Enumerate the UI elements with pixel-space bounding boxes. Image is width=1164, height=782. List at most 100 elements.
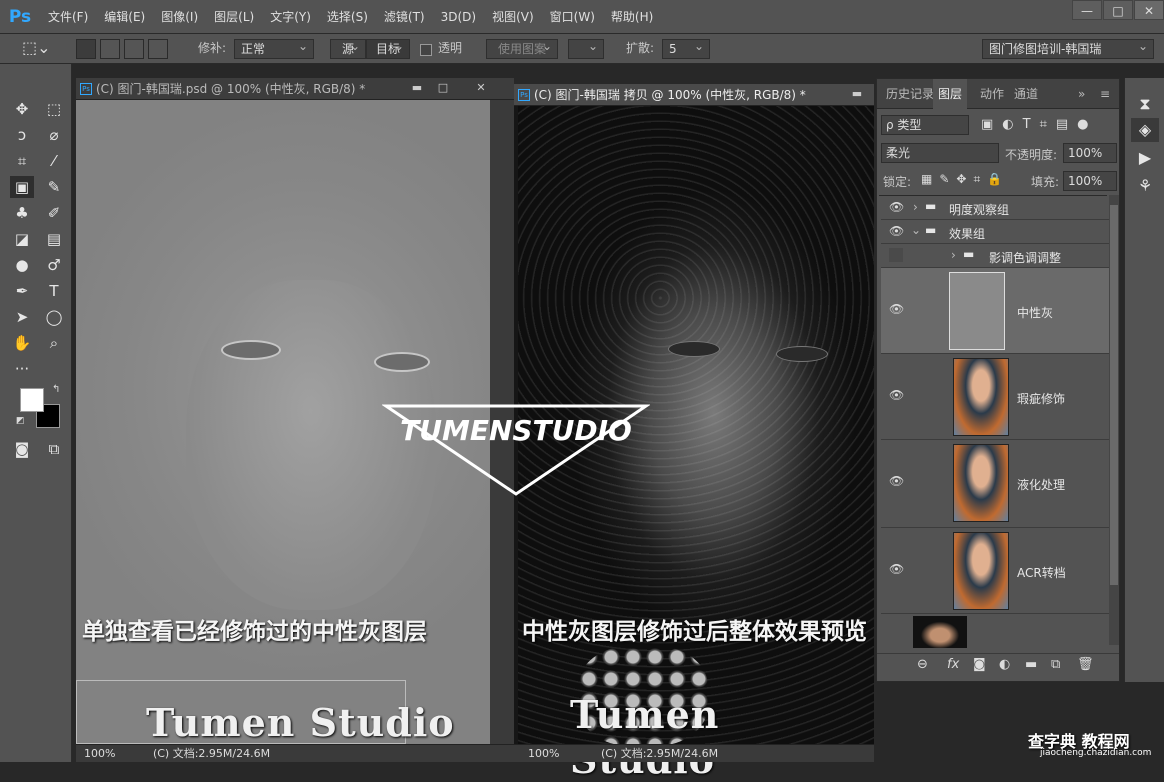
layer-filter-select[interactable]: ρ 类型: [881, 115, 969, 135]
zoom-level-1[interactable]: 100%: [84, 747, 115, 760]
doc1-close-button[interactable]: ✕: [470, 80, 492, 96]
blur-tool-icon[interactable]: ●: [10, 254, 34, 276]
clone-stamp-tool-icon[interactable]: ♣: [10, 202, 34, 224]
tab-history[interactable]: 历史记录: [881, 79, 939, 109]
new-selection-icon[interactable]: [76, 39, 96, 59]
history-brush-tool-icon[interactable]: ✐: [42, 202, 66, 224]
fx-icon[interactable]: fx: [947, 657, 959, 672]
menu-select[interactable]: 选择(S): [319, 0, 376, 34]
type-tool-icon[interactable]: T: [42, 280, 66, 302]
layers-panel-icon[interactable]: ◈: [1131, 118, 1159, 142]
actions-panel-icon[interactable]: ▶: [1131, 146, 1159, 170]
more-tools-icon[interactable]: ···: [10, 358, 34, 380]
menu-image[interactable]: 图像(I): [153, 0, 206, 34]
blend-mode-select[interactable]: 柔光: [881, 143, 999, 163]
minimize-button[interactable]: —: [1072, 0, 1102, 20]
transparent-checkbox[interactable]: [420, 44, 432, 56]
repair-mode-select[interactable]: 正常: [234, 37, 314, 59]
screen-mode-icon[interactable]: ⧉: [42, 438, 66, 460]
doc1-minimize-button[interactable]: ▬: [406, 80, 428, 96]
default-colors-icon[interactable]: ◩: [16, 416, 25, 426]
delete-layer-icon[interactable]: 🗑: [1077, 657, 1094, 672]
document-tab-1[interactable]: Ps (C) 图门-韩国瑞.psd @ 100% (中性灰, RGB/8) * …: [76, 78, 514, 100]
visibility-off-box[interactable]: [889, 248, 903, 262]
opacity-value[interactable]: 100%: [1063, 143, 1117, 163]
path-select-tool-icon[interactable]: ➤: [10, 306, 34, 328]
chevron-down-icon[interactable]: ⌄: [911, 223, 921, 237]
add-mask-icon[interactable]: ◙: [973, 657, 986, 672]
eraser-tool-icon[interactable]: ◪: [10, 228, 34, 250]
intersect-selection-icon[interactable]: [148, 39, 168, 59]
doc1-restore-button[interactable]: □: [432, 80, 454, 96]
layer-filter-icons[interactable]: ▣◐T⌗▤●: [981, 117, 1098, 132]
layer-row-liquify[interactable]: 👁 液化处理: [881, 440, 1111, 528]
zoom-tool-icon[interactable]: ⌕: [42, 332, 66, 354]
layer-row-blemish[interactable]: 👁 瑕疵修饰: [881, 354, 1111, 440]
add-selection-icon[interactable]: [100, 39, 120, 59]
menu-3d[interactable]: 3D(D): [433, 0, 484, 34]
tab-actions[interactable]: 动作: [975, 79, 1009, 109]
foreground-color-swatch[interactable]: [20, 388, 44, 412]
swap-colors-icon[interactable]: ↰: [52, 384, 60, 395]
visibility-eye-icon[interactable]: 👁: [889, 302, 904, 316]
doc2-minimize-button[interactable]: ▬: [846, 86, 868, 102]
adjustment-layer-icon[interactable]: ◐: [999, 657, 1010, 672]
panel-collapse-icon[interactable]: »: [1073, 79, 1090, 109]
hand-tool-icon[interactable]: ✋: [10, 332, 34, 354]
menu-view[interactable]: 视图(V): [484, 0, 542, 34]
new-group-icon[interactable]: ▬: [1025, 657, 1037, 672]
visibility-eye-icon[interactable]: 👁: [889, 224, 904, 238]
lasso-tool-icon[interactable]: ↄ: [10, 124, 34, 146]
chevron-right-icon[interactable]: ›: [951, 248, 956, 262]
panel-menu-icon[interactable]: ≡: [1095, 79, 1115, 109]
menu-layer[interactable]: 图层(L): [206, 0, 262, 34]
menu-window[interactable]: 窗口(W): [542, 0, 603, 34]
layer-row-acr[interactable]: 👁 ACR转档: [881, 528, 1111, 614]
marquee-tool-icon[interactable]: ⬚: [42, 98, 66, 120]
layers-scrollbar[interactable]: [1109, 195, 1119, 645]
dodge-tool-icon[interactable]: ♂: [42, 254, 66, 276]
tab-channels[interactable]: 通道: [1009, 79, 1043, 109]
pen-tool-icon[interactable]: ✒: [10, 280, 34, 302]
source-button[interactable]: 源: [330, 37, 366, 59]
eyedropper-tool-icon[interactable]: ⁄: [42, 150, 66, 172]
pattern-picker[interactable]: [568, 37, 604, 59]
visibility-eye-icon[interactable]: 👁: [889, 562, 904, 576]
use-pattern-button[interactable]: 使用图案: [486, 37, 558, 59]
workspace-select[interactable]: 图门修图培训-韩国瑞: [982, 37, 1154, 59]
target-button[interactable]: 目标: [366, 37, 410, 59]
visibility-eye-icon[interactable]: 👁: [889, 388, 904, 402]
menu-help[interactable]: 帮助(H): [603, 0, 661, 34]
crop-tool-icon[interactable]: ⌗: [10, 150, 34, 172]
subtract-selection-icon[interactable]: [124, 39, 144, 59]
menu-type[interactable]: 文字(Y): [262, 0, 319, 34]
document-tab-2[interactable]: Ps (C) 图门-韩国瑞 拷贝 @ 100% (中性灰, RGB/8) * ▬: [514, 84, 874, 106]
fill-value[interactable]: 100%: [1063, 171, 1117, 191]
menu-file[interactable]: 文件(F): [40, 0, 96, 34]
layer-row-neutral-gray[interactable]: 👁 中性灰: [881, 268, 1111, 354]
patch-tool-icon[interactable]: ▣: [10, 176, 34, 198]
close-button[interactable]: ✕: [1134, 0, 1164, 20]
patch-tool-preset-icon[interactable]: ⬚⌄: [22, 39, 51, 58]
visibility-eye-icon[interactable]: 👁: [889, 200, 904, 214]
ellipse-tool-icon[interactable]: ◯: [42, 306, 66, 328]
layer-row-group-tone[interactable]: › ▬ 影调色调调整: [881, 244, 1111, 268]
chevron-right-icon[interactable]: ›: [913, 200, 918, 214]
zoom-level-2[interactable]: 100%: [528, 747, 559, 760]
history-panel-icon[interactable]: ⧗: [1131, 92, 1159, 116]
channels-panel-icon[interactable]: ⚘: [1131, 174, 1159, 198]
brush-tool-icon[interactable]: ✎: [42, 176, 66, 198]
gradient-tool-icon[interactable]: ▤: [42, 228, 66, 250]
lock-icons[interactable]: ▦✎✥⌗🔒: [921, 172, 1009, 187]
quick-mask-icon[interactable]: ◙: [10, 438, 34, 460]
restore-button[interactable]: □: [1103, 0, 1133, 20]
visibility-eye-icon[interactable]: 👁: [889, 474, 904, 488]
menu-edit[interactable]: 编辑(E): [96, 0, 153, 34]
layer-row-group-brightness[interactable]: 👁 › ▬ 明度观察组: [881, 196, 1111, 220]
link-layers-icon[interactable]: ⊖: [917, 657, 928, 672]
move-tool-icon[interactable]: ✥: [10, 98, 34, 120]
scrollbar-thumb[interactable]: [1110, 205, 1118, 585]
layer-row-group-effects[interactable]: 👁 ⌄ ▬ 效果组: [881, 220, 1111, 244]
new-layer-icon[interactable]: ⧉: [1051, 657, 1060, 672]
quick-select-tool-icon[interactable]: ⌀: [42, 124, 66, 146]
